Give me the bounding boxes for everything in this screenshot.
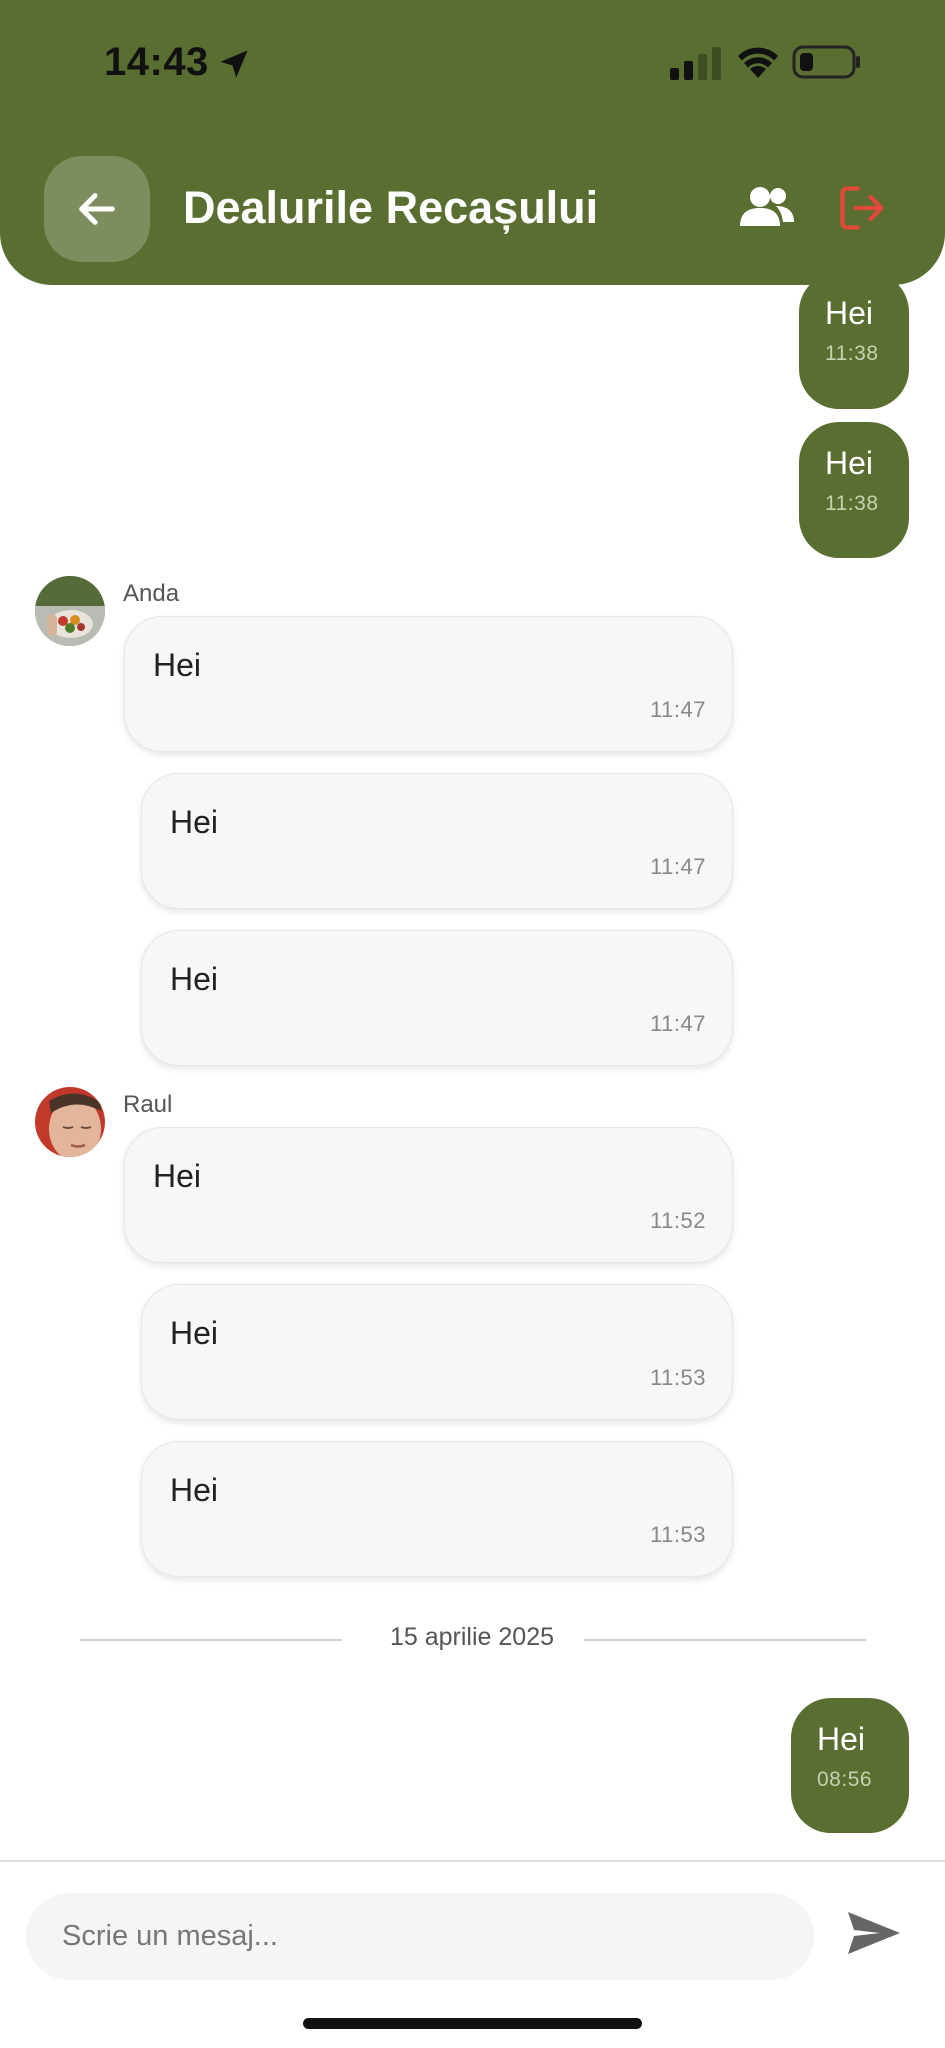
battery-icon bbox=[792, 45, 860, 79]
message-time: 11:53 bbox=[650, 1522, 706, 1547]
group-members-icon[interactable] bbox=[738, 184, 796, 232]
message-time: 11:38 bbox=[825, 492, 879, 515]
wifi-icon bbox=[738, 47, 778, 78]
divider-line-right bbox=[584, 1639, 866, 1641]
sender-name: Anda bbox=[123, 580, 180, 607]
composer-divider bbox=[0, 1860, 945, 1862]
message-time: 08:56 bbox=[817, 1768, 873, 1791]
send-icon[interactable] bbox=[846, 1908, 902, 1958]
location-arrow-icon bbox=[220, 50, 248, 78]
incoming-message[interactable]: Hei 11:47 bbox=[141, 930, 733, 1066]
back-arrow-icon bbox=[79, 193, 115, 225]
message-text: Hei bbox=[153, 1158, 202, 1194]
date-label: 15 aprilie 2025 bbox=[389, 1623, 554, 1651]
avatar-raul[interactable] bbox=[35, 1087, 105, 1157]
message-text: Hei bbox=[170, 1315, 219, 1351]
status-time: 14:43 bbox=[104, 40, 209, 84]
message-time: 11:53 bbox=[650, 1365, 706, 1390]
message-time: 11:47 bbox=[650, 697, 706, 722]
message-text: Hei bbox=[170, 804, 219, 840]
avatar-anda[interactable] bbox=[35, 576, 105, 646]
leave-group-icon[interactable] bbox=[836, 182, 888, 234]
outgoing-message[interactable]: Hei 11:38 bbox=[799, 272, 909, 409]
home-indicator bbox=[303, 2018, 642, 2029]
back-button[interactable] bbox=[44, 156, 150, 262]
date-divider: 15 aprilie 2025 bbox=[80, 1620, 866, 1660]
avatar-anda-image bbox=[35, 576, 105, 646]
outgoing-message[interactable]: Hei 11:38 bbox=[799, 422, 909, 558]
message-time: 11:38 bbox=[825, 342, 879, 365]
divider-line-left bbox=[80, 1639, 342, 1641]
message-text: Hei bbox=[170, 961, 219, 997]
incoming-message[interactable]: Hei 11:47 bbox=[141, 773, 733, 909]
incoming-message[interactable]: Hei 11:53 bbox=[141, 1441, 733, 1577]
message-time: 11:47 bbox=[650, 854, 706, 879]
message-time: 11:47 bbox=[650, 1011, 706, 1036]
message-time: 11:52 bbox=[650, 1208, 706, 1233]
outgoing-message[interactable]: Hei 08:56 bbox=[791, 1698, 909, 1833]
chat-header: 14:43 Dealurile Recașului bbox=[0, 0, 945, 285]
message-text: Hei bbox=[817, 1721, 866, 1757]
avatar-raul-image bbox=[35, 1087, 105, 1157]
incoming-message[interactable]: Hei 11:47 bbox=[124, 616, 733, 752]
message-input[interactable] bbox=[26, 1893, 814, 1980]
chat-title: Dealurile Recașului bbox=[183, 182, 599, 233]
message-text: Hei bbox=[153, 647, 202, 683]
message-text: Hei bbox=[825, 445, 874, 481]
message-text: Hei bbox=[170, 1472, 219, 1508]
sender-name: Raul bbox=[123, 1091, 173, 1118]
incoming-message[interactable]: Hei 11:52 bbox=[124, 1127, 733, 1263]
message-text: Hei bbox=[825, 295, 874, 331]
signal-icon bbox=[670, 47, 721, 80]
incoming-message[interactable]: Hei 11:53 bbox=[141, 1284, 733, 1420]
chat-screen: 14:43 Dealurile Recașului Hei 11:38 Hei … bbox=[0, 0, 945, 2048]
